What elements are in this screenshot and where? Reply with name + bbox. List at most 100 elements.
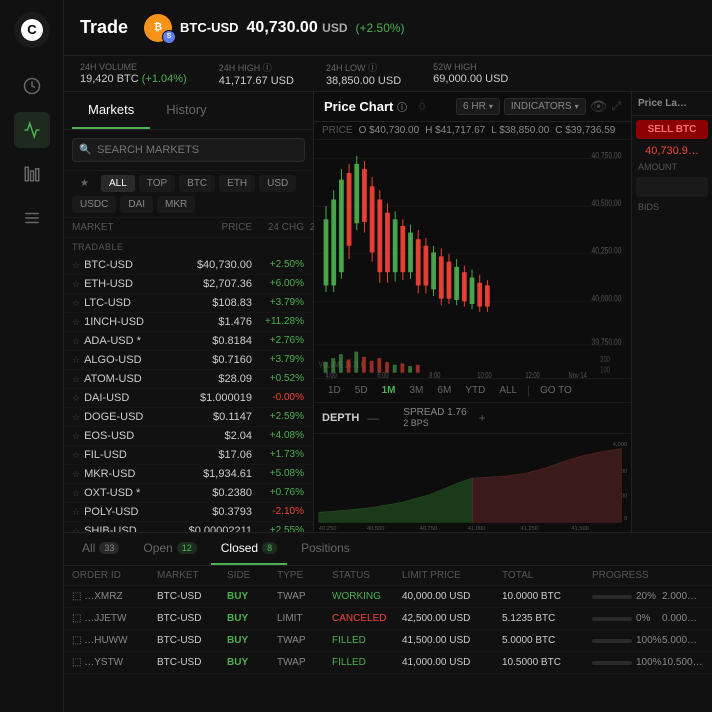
- star-icon[interactable]: ☆: [72, 374, 80, 385]
- chart-expand-icon[interactable]: ⤢: [611, 99, 621, 114]
- time-divider: |: [527, 385, 530, 397]
- orders-rows: ⬚ …XMRZ BTC-USD BUY TWAP WORKING 40,000.…: [64, 586, 712, 674]
- filter-eth[interactable]: ETH: [219, 175, 255, 192]
- filter-top[interactable]: TOP: [139, 175, 175, 192]
- sell-btc-button[interactable]: SELL BTC: [636, 120, 708, 139]
- market-row[interactable]: ☆EOS-USD $2.04 +4.08% 1.77M: [64, 427, 313, 446]
- ticker-name[interactable]: BTC-USD: [180, 20, 239, 35]
- timeframe-btn[interactable]: 6 HR ▾: [456, 98, 500, 115]
- time-1m[interactable]: 1M: [376, 383, 402, 398]
- star-icon[interactable]: ☆: [72, 431, 80, 442]
- table-row[interactable]: ⬚ …HUWW BTC-USD BUY TWAP FILLED 41,500.0…: [64, 630, 712, 652]
- goto-btn[interactable]: GO TO: [534, 383, 578, 398]
- tab-bar: Markets History: [64, 92, 313, 130]
- sidebar-icon-history[interactable]: [14, 68, 50, 104]
- search-input[interactable]: [72, 138, 305, 162]
- time-all[interactable]: ALL: [493, 383, 523, 398]
- market-row[interactable]: ☆ADA-USD * $0.8184 +2.76% 63.34M: [64, 332, 313, 351]
- market-row[interactable]: ☆ATOM-USD $28.09 +0.52% 1.280M: [64, 370, 313, 389]
- filter-usd[interactable]: USD: [259, 175, 296, 192]
- amount-input[interactable]: [636, 177, 708, 197]
- filter-all[interactable]: ALL: [101, 175, 135, 192]
- time-1d[interactable]: 1D: [322, 383, 347, 398]
- right-panel: Price La… SELL BTC 40,730.9… AMOUNT BIDS: [632, 92, 712, 532]
- table-row[interactable]: ⬚ …JJETW BTC-USD BUY LIMIT CANCELED 42,5…: [64, 608, 712, 630]
- sidebar-icon-list[interactable]: [14, 200, 50, 236]
- table-row[interactable]: ⬚ …YSTW BTC-USD BUY TWAP FILLED 41,000.0…: [64, 652, 712, 674]
- tab-open[interactable]: Open 12: [133, 533, 206, 565]
- search-bar: 🔍: [64, 130, 313, 171]
- tab-history[interactable]: History: [150, 92, 222, 129]
- tab-all[interactable]: All 33: [72, 533, 129, 565]
- star-icon[interactable]: ☆: [72, 298, 80, 309]
- market-row[interactable]: ☆POLY-USD $0.3793 -2.10% 1.51M: [64, 503, 313, 522]
- market-row[interactable]: ☆1INCH-USD $1.476 +11.28% 1.84M: [64, 313, 313, 332]
- filter-star[interactable]: ★: [72, 175, 97, 192]
- star-icon[interactable]: ☆: [72, 450, 80, 461]
- market-row[interactable]: ☆SHIB-USD $0.00002211 +2.55% 1.94T: [64, 522, 313, 532]
- orders-header: ORDER ID MARKET SIDE TYPE STATUS LIMIT P…: [64, 566, 712, 586]
- filter-usdc[interactable]: USDC: [72, 196, 116, 213]
- bottom-tabs: All 33 Open 12 Closed 8 Positions: [64, 533, 712, 566]
- star-icon[interactable]: ☆: [72, 336, 80, 347]
- market-row[interactable]: ☆ETH-USD $2,707.36 +6.00% 198.32K: [64, 275, 313, 294]
- star-icon[interactable]: ☆: [72, 260, 80, 271]
- star-icon[interactable]: ☆: [72, 355, 80, 366]
- logo[interactable]: C: [14, 12, 50, 48]
- search-icon: 🔍: [79, 145, 91, 156]
- filter-dai[interactable]: DAI: [120, 196, 153, 213]
- star-icon[interactable]: ☆: [72, 279, 80, 290]
- filter-btc[interactable]: BTC: [179, 175, 215, 192]
- svg-text:40,500.00: 40,500.00: [592, 198, 622, 208]
- market-row[interactable]: ☆DAI-USD $1.000019 -0.00% 5.16M: [64, 389, 313, 408]
- indicators-btn[interactable]: INDICATORS ▾: [504, 98, 586, 115]
- depth-minus[interactable]: —: [367, 411, 379, 425]
- center-panel: Price Chart ⓘ 0 6 HR ▾ INDICATORS ▾ 👁 ⤢ …: [314, 92, 632, 532]
- market-table-header: MARKET PRICE 24 CHG 24 VOL ▼: [64, 218, 313, 238]
- time-ytd[interactable]: YTD: [459, 383, 491, 398]
- time-6m[interactable]: 6M: [431, 383, 457, 398]
- time-controls: 1D 5D 1M 3M 6M YTD ALL | GO TO: [314, 378, 631, 402]
- star-icon[interactable]: ☆: [72, 507, 80, 518]
- svg-text:39,750.00: 39,750.00: [592, 337, 622, 347]
- orders-table: ORDER ID MARKET SIDE TYPE STATUS LIMIT P…: [64, 566, 712, 674]
- tab-positions[interactable]: Positions: [291, 533, 360, 565]
- star-icon[interactable]: ☆: [72, 412, 80, 423]
- depth-plus[interactable]: +: [479, 411, 486, 425]
- stats-bar: 24H VOLUME 19,420 BTC (+1.04%) 24H HIGH …: [64, 56, 712, 92]
- market-row[interactable]: ☆ALGO-USD $0.7160 +3.79% 25.72M: [64, 351, 313, 370]
- btc-icon: ₿ S: [144, 14, 172, 42]
- star-icon[interactable]: ☆: [72, 488, 80, 499]
- svg-text:8:00: 8:00: [429, 372, 440, 378]
- svg-text:4,000: 4,000: [613, 442, 627, 448]
- tab-markets[interactable]: Markets: [72, 92, 150, 129]
- depth-header: DEPTH — SPREAD 1.762 BPS +: [314, 403, 631, 434]
- stat-high: 24H HIGH ⓘ 41,717.67 USD: [219, 61, 294, 87]
- chart-area: 40,750.00 40,500.00 40,250.00 40,000.00 …: [314, 140, 631, 378]
- time-5d[interactable]: 5D: [349, 383, 374, 398]
- filter-bar: ★ ALL TOP BTC ETH USD USDC DAI MKR: [64, 171, 313, 218]
- market-row[interactable]: ☆LTC-USD $108.83 +3.79% 253.28K: [64, 294, 313, 313]
- left-panel: Markets History 🔍 ★ ALL TOP BTC ETH USD …: [64, 92, 314, 532]
- star-icon[interactable]: ☆: [72, 469, 80, 480]
- table-row[interactable]: ⬚ …XMRZ BTC-USD BUY TWAP WORKING 40,000.…: [64, 586, 712, 608]
- filter-mkr[interactable]: MKR: [157, 196, 195, 213]
- svg-text:40,000.00: 40,000.00: [592, 293, 622, 303]
- chart-eye-icon[interactable]: 👁: [590, 98, 608, 115]
- chart-price-info: PRICE O $40,730.00 H $41,717.67 L $38,85…: [314, 122, 631, 140]
- market-row[interactable]: ☆DOGE-USD $0.1147 +2.59% 225.67M: [64, 408, 313, 427]
- market-row[interactable]: ☆OXT-USD * $0.2380 +0.76% 8.34M: [64, 484, 313, 503]
- time-3m[interactable]: 3M: [404, 383, 430, 398]
- sidebar-icon-chart[interactable]: [14, 112, 50, 148]
- star-icon[interactable]: ☆: [72, 317, 80, 328]
- tab-closed[interactable]: Closed 8: [211, 533, 287, 565]
- sidebar-icon-bar[interactable]: [14, 156, 50, 192]
- ticker-change: (+2.50%): [356, 21, 405, 35]
- spread-info: SPREAD 1.762 BPS: [403, 407, 466, 429]
- market-row[interactable]: ☆BTC-USD $40,730.00 +2.50% 19.31K: [64, 256, 313, 275]
- star-icon[interactable]: ☆: [72, 393, 80, 404]
- market-row[interactable]: ☆MKR-USD $1,934.61 +5.08% 4.48K: [64, 465, 313, 484]
- market-row[interactable]: ☆FIL-USD $17.06 +1.73% 278.76K: [64, 446, 313, 465]
- svg-text:40,250.00: 40,250.00: [592, 246, 622, 256]
- amount-label: AMOUNT: [632, 159, 712, 175]
